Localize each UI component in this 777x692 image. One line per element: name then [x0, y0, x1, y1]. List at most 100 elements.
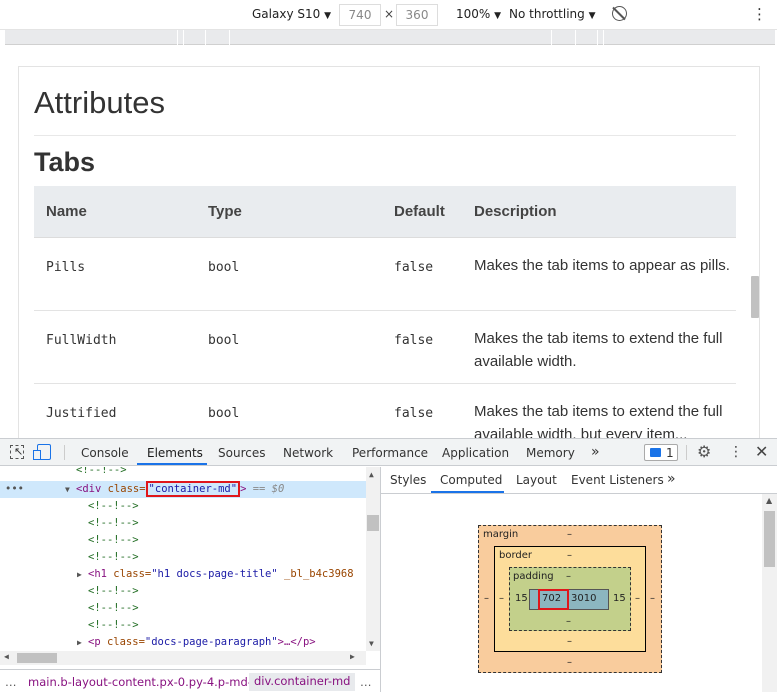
expand-triangle-icon[interactable]: ▶ — [77, 566, 82, 583]
inspect-element-icon[interactable] — [10, 445, 24, 459]
column-header: Type — [196, 186, 382, 238]
dom-node[interactable]: ▶ <p class="docs-page-paragraph">…</p> — [0, 634, 366, 651]
tab-memory[interactable]: Memory — [526, 446, 575, 460]
tab-layout[interactable]: Layout — [516, 473, 557, 487]
margin-right-value[interactable]: – — [650, 593, 655, 604]
divider — [686, 445, 687, 460]
tag-open: <div — [76, 483, 108, 495]
breadcrumb-more-icon[interactable]: … — [360, 675, 372, 689]
close-icon[interactable]: ✕ — [755, 442, 768, 461]
expand-triangle-icon[interactable]: ▶ — [77, 634, 82, 651]
margin-left-value[interactable]: – — [484, 593, 489, 604]
dom-node[interactable]: ▶ <h1 class="h1 docs-page-title" _bl_b4c… — [0, 566, 366, 583]
padding-right-value[interactable]: 15 — [613, 593, 626, 604]
dom-node-selected[interactable]: ••• ▼ <div class= "container-md" > == $0 — [0, 481, 366, 498]
attribute-default: false — [382, 383, 462, 438]
attribute-description: Makes the tab items to appear as pills. — [462, 237, 736, 311]
more-options-icon[interactable]: ⋮ — [752, 5, 767, 23]
padding-bottom-value[interactable]: – — [566, 616, 571, 627]
tab-console[interactable]: Console — [81, 446, 129, 460]
border-top-value[interactable]: – — [567, 550, 572, 561]
styles-pane: Styles Computed Layout Event Listeners »… — [381, 467, 777, 692]
breadcrumb-item-current[interactable]: div.container-md — [249, 673, 356, 691]
rotate-icon[interactable] — [612, 6, 627, 21]
tag-open: <p — [88, 636, 107, 648]
tab-styles[interactable]: Styles — [390, 473, 426, 487]
elements-vertical-scrollbar[interactable]: ▲ ▼ — [366, 467, 380, 651]
attribute-name: class= — [113, 568, 152, 580]
column-header: Default — [382, 186, 462, 238]
padding-top-value[interactable]: – — [566, 571, 571, 582]
tag-open: <h1 — [88, 568, 114, 580]
active-tab-indicator — [431, 491, 504, 493]
tab-sources[interactable]: Sources — [218, 446, 265, 460]
device-toolbar: Galaxy S10 ▼ 740 × 360 100% ▼ No throttl… — [0, 0, 777, 30]
gear-icon[interactable]: ⚙ — [697, 442, 711, 461]
node-markup: <p class="docs-page-paragraph">…</p> — [88, 634, 316, 651]
elements-tree: <!--!--> ••• ▼ <div class= "container-md"… — [0, 467, 380, 665]
tab-application[interactable]: Application — [442, 446, 509, 460]
dom-node[interactable]: <!--!--> — [0, 515, 366, 532]
scroll-left-icon[interactable]: ◀ — [4, 652, 9, 661]
margin-label: margin — [483, 529, 519, 540]
chevron-down-icon: ▼ — [494, 11, 502, 21]
more-tabs-icon[interactable]: » — [591, 444, 600, 460]
breadcrumb-item[interactable]: main.b-layout-content.px-0.py-4.p-md-4 — [28, 675, 259, 689]
table-row: FullWidth bool false Makes the tab items… — [34, 310, 736, 384]
dom-node[interactable]: <!--!--> — [0, 549, 366, 566]
border-left-value[interactable]: – — [499, 593, 504, 604]
attribute-name: class= — [106, 636, 145, 648]
page-scrollbar-thumb[interactable] — [751, 276, 759, 318]
collapse-triangle-icon[interactable]: ▼ — [65, 481, 70, 498]
comment-node: <!--!--> — [88, 517, 139, 529]
scroll-up-icon[interactable]: ▲ — [766, 496, 772, 505]
scrollbar-thumb[interactable] — [764, 511, 775, 567]
styles-vertical-scrollbar[interactable]: ▲ — [762, 494, 777, 692]
more-options-icon[interactable]: ⋮ — [729, 444, 743, 460]
attribute-rest: _bl_b4c3968 — [277, 568, 354, 580]
padding-label: padding — [513, 571, 554, 582]
border-right-value[interactable]: – — [635, 593, 640, 604]
breadcrumb-more-icon[interactable]: … — [5, 675, 17, 689]
content-height-value[interactable]: 3010 — [571, 593, 596, 604]
dom-node[interactable]: <!--!--> — [0, 583, 366, 600]
column-header: Name — [34, 186, 196, 238]
dom-node[interactable]: <!--!--> — [0, 532, 366, 549]
more-tabs-icon[interactable]: » — [667, 471, 676, 487]
scroll-right-icon[interactable]: ▶ — [350, 652, 355, 661]
tab-performance[interactable]: Performance — [352, 446, 428, 460]
scroll-up-icon[interactable]: ▲ — [369, 470, 374, 479]
border-bottom-value[interactable]: – — [567, 636, 572, 647]
device-select[interactable]: Galaxy S10 ▼ — [252, 7, 331, 21]
padding-left-value[interactable]: 15 — [515, 593, 528, 604]
dom-node[interactable]: <!--!--> — [0, 467, 366, 479]
margin-bottom-value[interactable]: – — [567, 657, 572, 668]
media-query-ruler[interactable] — [5, 30, 775, 45]
dom-node[interactable]: <!--!--> — [0, 600, 366, 617]
content-width-highlight — [538, 589, 569, 610]
tab-event-listeners[interactable]: Event Listeners — [571, 473, 664, 487]
zoom-select[interactable]: 100% ▼ — [456, 7, 501, 21]
tab-elements[interactable]: Elements — [147, 446, 203, 460]
dom-node[interactable]: <!--!--> — [0, 498, 366, 515]
dom-node[interactable]: <!--!--> — [0, 617, 366, 634]
width-input[interactable]: 740 — [339, 4, 381, 26]
messages-button[interactable]: 1 — [644, 444, 678, 461]
node-actions-icon[interactable]: ••• — [5, 481, 24, 498]
throttling-select[interactable]: No throttling ▼ — [509, 7, 596, 21]
tab-network[interactable]: Network — [283, 446, 333, 460]
selected-marker: == $0 — [252, 483, 285, 495]
comment-node: <!--!--> — [88, 551, 139, 563]
margin-top-value[interactable]: – — [567, 529, 572, 540]
elements-horizontal-scrollbar[interactable]: ◀ ▶ — [0, 651, 366, 665]
scrollbar-thumb[interactable] — [367, 515, 379, 531]
scrollbar-thumb[interactable] — [17, 653, 57, 663]
scroll-down-icon[interactable]: ▼ — [369, 639, 374, 648]
comment-node: <!--!--> — [88, 534, 139, 546]
attributes-table: Name Type Default Description Pills bool… — [34, 186, 736, 438]
attribute-name: Pills — [34, 237, 196, 311]
tab-computed[interactable]: Computed — [440, 473, 502, 487]
message-icon — [650, 448, 661, 457]
device-toggle-icon[interactable] — [33, 444, 51, 460]
height-input[interactable]: 360 — [396, 4, 438, 26]
